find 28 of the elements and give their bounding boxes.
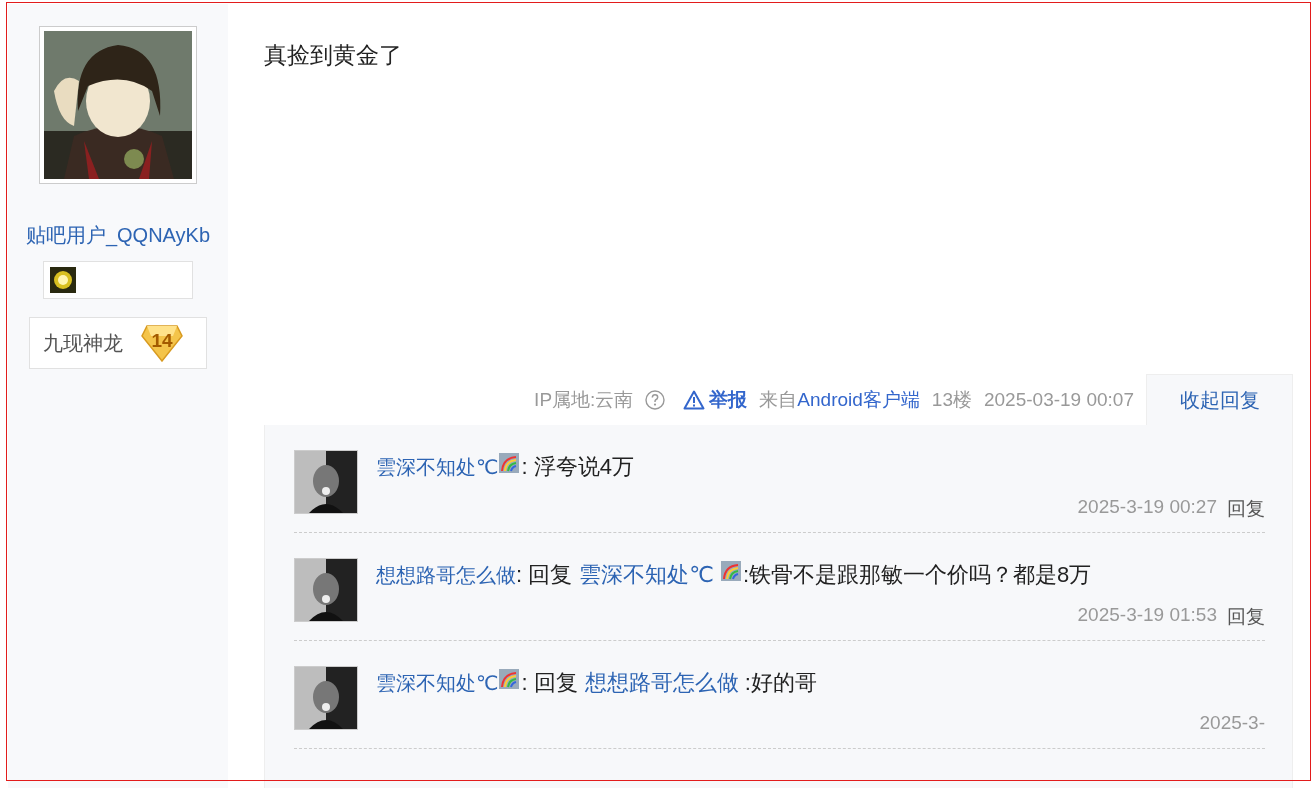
post-text: 真捡到黄金了 — [264, 41, 403, 70]
reply-time: 2025-3-19 01:53 — [1077, 604, 1217, 627]
help-icon[interactable] — [645, 389, 666, 410]
medal-icon — [50, 267, 76, 293]
collapse-replies-tab[interactable]: 收起回复 — [1146, 374, 1293, 425]
reply-target-link[interactable]: 想想路哥怎么做 — [584, 668, 739, 698]
reply-target-link[interactable]: 雲深不知处℃ — [579, 560, 714, 590]
warning-icon — [683, 389, 706, 410]
reply-button[interactable]: 回复 — [1227, 604, 1265, 630]
level-badge: 14 — [141, 324, 183, 362]
reply-text: :好的哥 — [744, 669, 817, 697]
reply-button[interactable]: 回复 — [1227, 496, 1265, 522]
ip-location: IP属地:云南 — [534, 387, 634, 412]
reply-time: 2025-3-19 00:27 — [1077, 496, 1217, 519]
rank-title: 九现神龙 — [43, 330, 123, 356]
report-link[interactable]: 举报 — [683, 386, 748, 413]
username-link[interactable]: 贴吧用户_QQNAyKb — [25, 222, 211, 249]
reply-text: : 浮夸说4万 — [521, 453, 634, 481]
floor-number: 13楼 — [931, 387, 972, 412]
reply-username[interactable]: 想想路哥怎么做 — [376, 561, 516, 589]
reply-label: : 回复 — [521, 669, 578, 697]
reply-username[interactable]: 雲深不知处℃ — [376, 669, 499, 697]
reply-time: 2025-3- — [1199, 712, 1265, 734]
reply-text: :铁骨不是跟那敏一个价吗？都是8万 — [742, 561, 1092, 589]
reply-label: : 回复 — [516, 561, 573, 589]
source-label: 来自Android客户端 — [759, 387, 920, 412]
reply-username[interactable]: 雲深不知处℃ — [376, 453, 499, 481]
post-time: 2025-03-19 00:07 — [984, 388, 1134, 411]
